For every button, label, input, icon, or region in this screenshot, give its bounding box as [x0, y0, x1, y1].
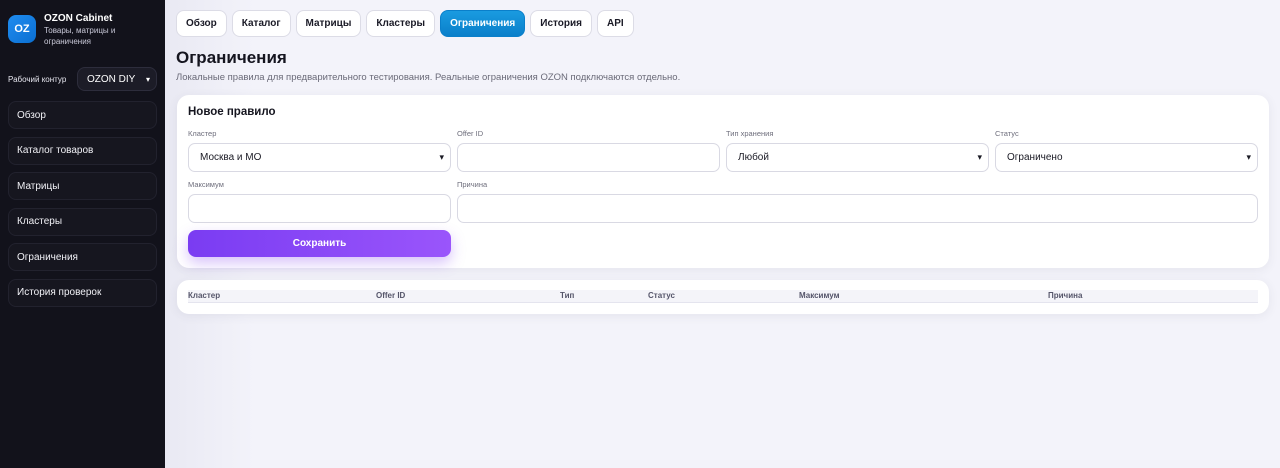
form-title: Новое правило [188, 106, 276, 118]
cluster-label: Кластер [188, 129, 217, 138]
cluster-select[interactable]: Москва и МО ▾ [188, 143, 451, 172]
sidebar-item-history[interactable]: История проверок [8, 278, 157, 307]
tab-restrictions[interactable]: Ограничения [440, 10, 526, 37]
status-label: Статус [995, 129, 1019, 138]
sidebar-item-restrictions[interactable]: Ограничения [8, 243, 157, 271]
storage-type-label: Тип хранения [726, 129, 774, 138]
sidebar-item-label: Матрицы [17, 180, 60, 192]
sidebar-item-label: Кластеры [17, 216, 62, 227]
sidebar-nav: Обзор Каталог товаров Матрицы Кластеры О… [8, 101, 157, 307]
table-header: Кластер Offer ID Тип Статус Максимум При… [188, 290, 1258, 303]
offer-id-label: Offer ID [457, 129, 484, 138]
chevron-down-icon: ▾ [145, 74, 150, 84]
storage-type-value: Любой [738, 152, 769, 163]
cluster-value: Москва и МО [200, 152, 262, 163]
brand-subtitle: Товары, матрицы и ограничения [44, 26, 116, 46]
storage-type-select[interactable]: Любой ▾ [726, 143, 989, 172]
save-button[interactable]: Сохранить [188, 230, 451, 257]
column-header-status[interactable]: Статус [648, 291, 675, 300]
sidebar-item-label: Ограничения [17, 251, 78, 263]
workspace: Рабочий контур OZON DIY ▾ [8, 67, 157, 91]
status-select[interactable]: Ограничено ▾ [995, 143, 1258, 172]
workspace-selected: OZON DIY [87, 73, 136, 85]
sidebar-item-label: Каталог товаров [17, 145, 94, 156]
workspace-label: Рабочий контур [8, 74, 67, 84]
offer-id-input[interactable] [457, 143, 720, 172]
column-header-type[interactable]: Тип [560, 291, 574, 300]
main-content: Обзор Каталог Матрицы Кластеры Ограничен… [165, 0, 1280, 468]
chevron-down-icon: ▾ [439, 152, 444, 162]
column-header-maximum[interactable]: Максимум [799, 291, 840, 300]
brand-title: OZON Cabinet [44, 13, 113, 24]
new-rule-card: Новое правило Кластер Москва и МО ▾ Offe… [177, 95, 1269, 268]
column-header-cluster[interactable]: Кластер [188, 291, 220, 300]
sidebar-item-label: История проверок [17, 287, 102, 298]
sidebar-item-catalog[interactable]: Каталог товаров [8, 136, 157, 165]
workspace-select[interactable]: OZON DIY ▾ [77, 67, 157, 91]
tab-clusters[interactable]: Кластеры [366, 10, 436, 37]
maximum-input[interactable] [188, 194, 451, 223]
tab-api[interactable]: API [596, 10, 634, 37]
page-title: Ограничения [176, 48, 287, 67]
sidebar: OZ OZON Cabinet Товары, матрицы и ограни… [0, 0, 165, 468]
tab-overview[interactable]: Обзор [176, 10, 227, 37]
brand-logo: OZ [8, 15, 36, 43]
column-header-offer-id[interactable]: Offer ID [376, 291, 405, 300]
sidebar-item-overview[interactable]: Обзор [8, 101, 157, 129]
status-value: Ограничено [1007, 152, 1063, 163]
chevron-down-icon: ▾ [977, 152, 982, 162]
rules-table-card: Кластер Offer ID Тип Статус Максимум При… [177, 280, 1269, 314]
page-description: Локальные правила для предварительного т… [176, 72, 681, 83]
reason-input[interactable] [457, 194, 1258, 223]
sidebar-item-label: Обзор [17, 109, 46, 121]
top-tabs: Обзор Каталог Матрицы Кластеры Ограничен… [176, 10, 634, 37]
sidebar-item-matrices[interactable]: Матрицы [8, 172, 157, 200]
tab-catalog[interactable]: Каталог [231, 10, 291, 37]
sidebar-item-clusters[interactable]: Кластеры [8, 207, 157, 236]
column-header-reason[interactable]: Причина [1048, 291, 1082, 300]
tab-matrices[interactable]: Матрицы [295, 10, 362, 37]
maximum-label: Максимум [188, 180, 224, 189]
chevron-down-icon: ▾ [1246, 152, 1251, 162]
reason-label: Причина [457, 180, 488, 189]
brand: OZ OZON Cabinet Товары, матрицы и ограни… [8, 12, 157, 47]
tab-history[interactable]: История [530, 10, 592, 37]
